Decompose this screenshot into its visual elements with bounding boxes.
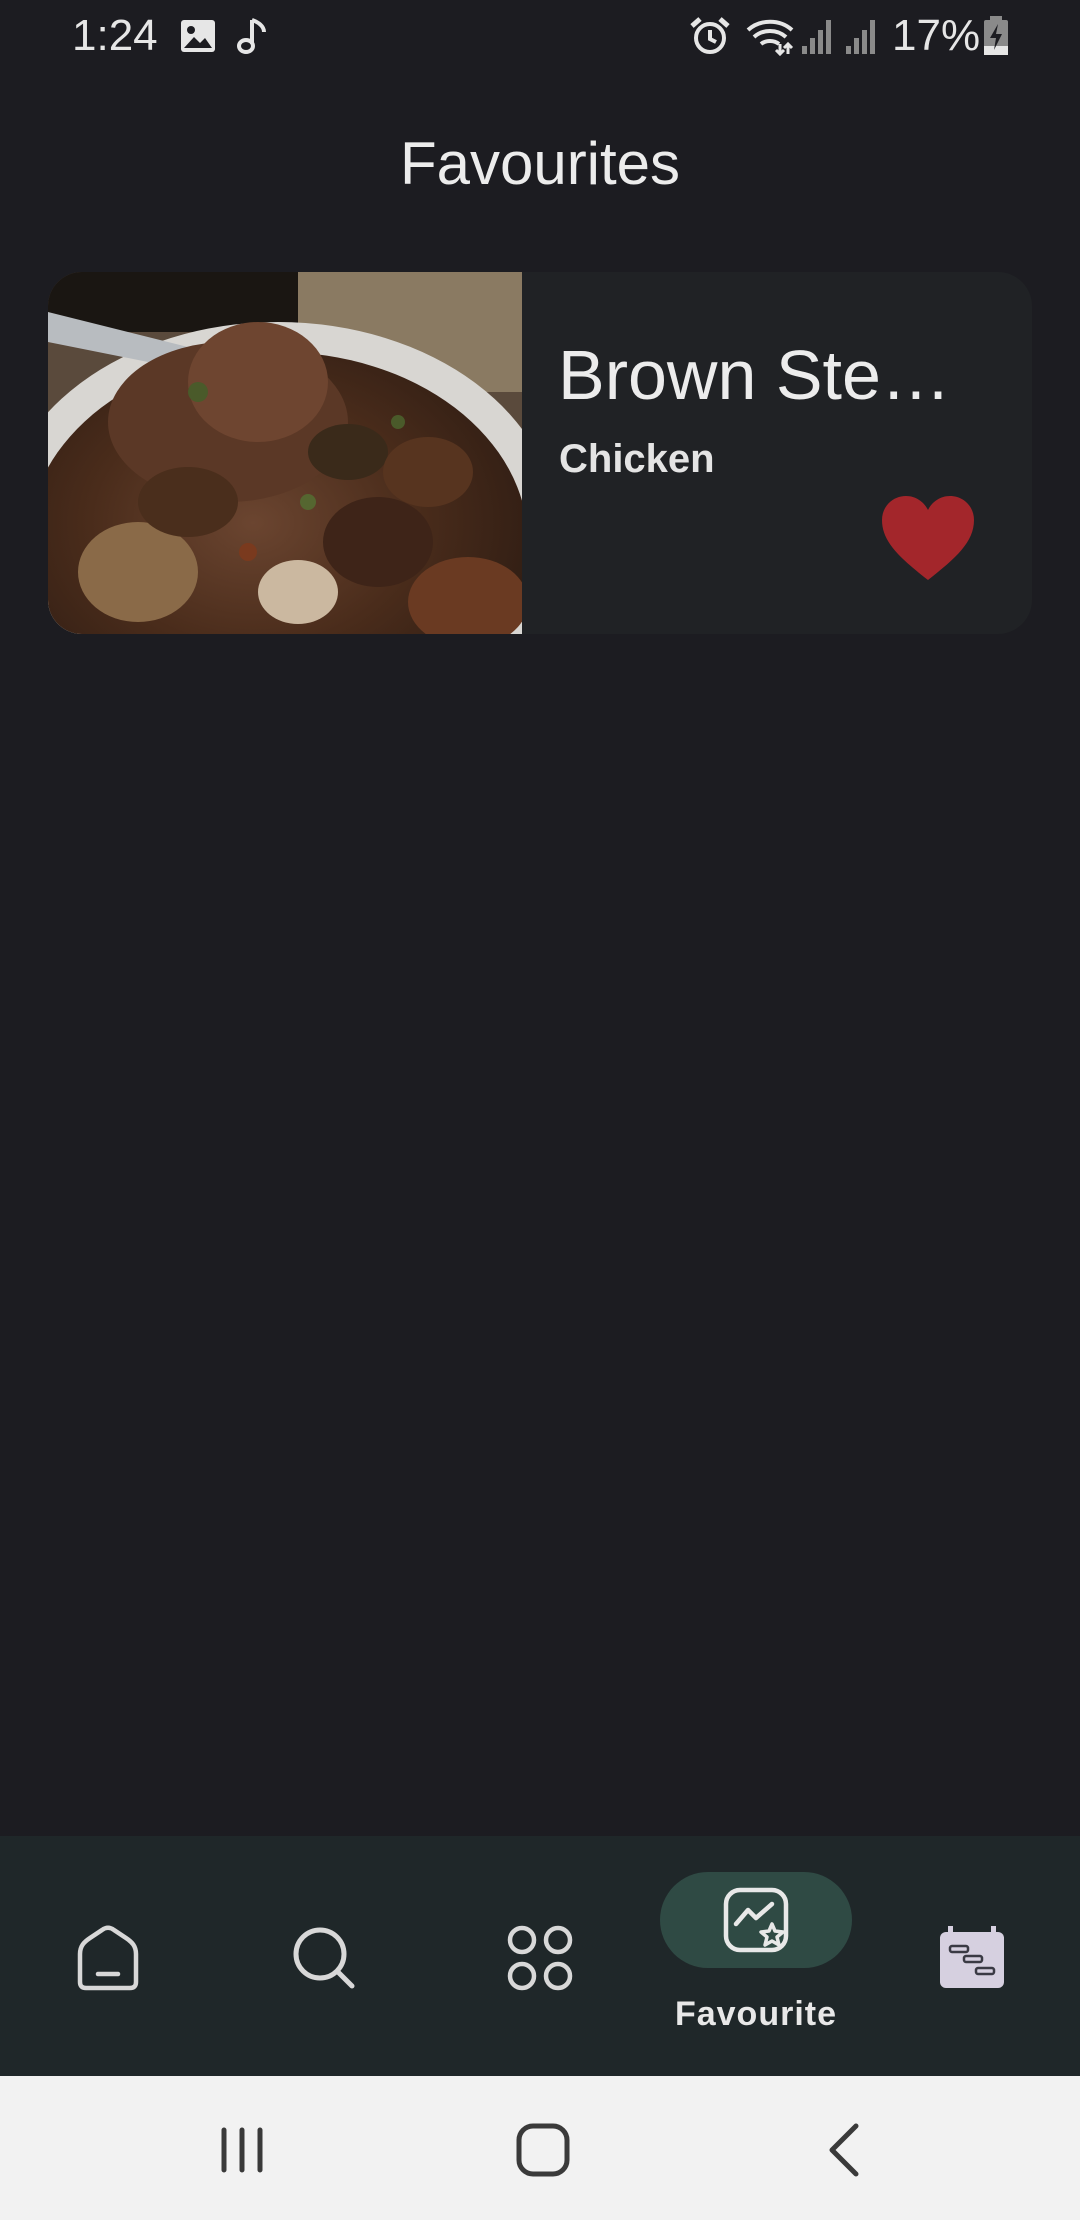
favourite-icon (723, 1887, 789, 1953)
nav-active-indicator (660, 1872, 852, 1968)
recents-icon[interactable] (202, 2110, 282, 2190)
planner-icon (940, 1926, 1004, 1988)
home-button-icon[interactable] (503, 2110, 583, 2190)
back-icon[interactable] (806, 2110, 886, 2190)
alarm-icon (690, 17, 730, 54)
nav-item-planner[interactable] (864, 1836, 1080, 2076)
battery-charging-icon (984, 16, 1008, 55)
search-icon (293, 1927, 355, 1989)
status-bar: 1:24 17% (0, 0, 1080, 72)
signal-icon (846, 20, 875, 54)
nav-item-search[interactable] (216, 1836, 432, 2076)
image-icon (181, 20, 215, 52)
music-note-icon (237, 18, 266, 54)
recipe-category: Chicken (559, 437, 715, 481)
nav-item-categories[interactable] (432, 1836, 648, 2076)
favourite-toggle-button[interactable] (880, 494, 976, 584)
system-navigation-bar (0, 2076, 1080, 2220)
bottom-navigation: Favourite (0, 1836, 1080, 2076)
battery-percent: 17% (892, 11, 981, 60)
categories-grid-icon (507, 1925, 573, 1991)
nav-item-home[interactable] (0, 1836, 216, 2076)
recipe-name: Brown Ste… (558, 336, 951, 414)
home-icon (77, 1925, 139, 1991)
favourite-recipe-card[interactable]: Brown Ste… Chicken (48, 272, 1032, 634)
wifi-icon (746, 19, 794, 56)
status-time: 1:24 (72, 11, 158, 60)
app-screen: 1:24 17% Favourites Brown Ste… Chicken F… (0, 0, 1080, 2220)
recipe-image (48, 272, 522, 634)
nav-item-favourite[interactable]: Favourite (648, 1836, 864, 2076)
heart-icon (882, 496, 974, 580)
nav-label-favourite: Favourite (674, 1995, 838, 2033)
signal-icon (802, 20, 831, 54)
page-title: Favourites (399, 130, 681, 197)
